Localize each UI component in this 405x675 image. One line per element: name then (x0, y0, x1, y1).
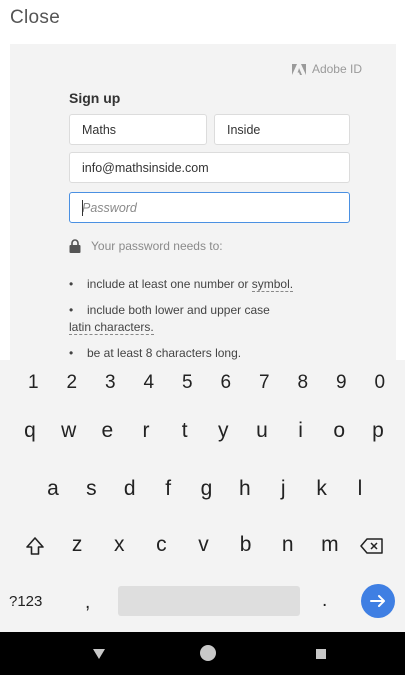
last-name-field[interactable] (214, 114, 350, 145)
key-5[interactable]: 5 (168, 372, 207, 394)
symbols-key[interactable]: ?123 (9, 593, 42, 610)
page-title: Sign up (69, 90, 121, 106)
arrow-right-icon (370, 595, 385, 607)
latin-characters-link[interactable]: latin characters. (69, 320, 154, 335)
requirements-heading-text: Your password needs to: (91, 239, 223, 253)
email-field[interactable] (69, 152, 350, 183)
bullet: • (69, 303, 74, 317)
password-input[interactable] (70, 193, 349, 222)
key-f[interactable]: f (149, 477, 187, 501)
recents-square-icon[interactable] (316, 649, 326, 659)
keyboard-number-row: 1 2 3 4 5 6 7 8 9 0 (0, 372, 405, 394)
key-4[interactable]: 4 (130, 372, 169, 394)
requirement-text: include both lower and upper case (87, 303, 270, 317)
requirement-text: be at least 8 characters long. (87, 346, 242, 360)
last-name-input[interactable] (215, 115, 349, 144)
requirement-case: • include both lower and upper case latin… (69, 302, 329, 336)
key-u[interactable]: u (244, 419, 280, 443)
key-l[interactable]: l (341, 477, 379, 501)
key-1[interactable]: 1 (14, 372, 53, 394)
keyboard-row-qwerty: q w e r t y u i o p (0, 419, 405, 443)
close-button[interactable]: Close (10, 7, 60, 29)
home-circle-icon[interactable] (200, 645, 216, 661)
requirement-number-symbol: • include at least one number or symbol. (69, 276, 329, 293)
key-c[interactable]: c (142, 533, 180, 562)
password-requirements-heading: Your password needs to: (69, 239, 223, 253)
adobe-logo-icon (291, 63, 306, 75)
key-2[interactable]: 2 (53, 372, 92, 394)
back-triangle-icon[interactable] (93, 649, 105, 659)
key-y[interactable]: y (205, 419, 241, 443)
key-m[interactable]: m (311, 533, 349, 562)
bullet: • (69, 277, 74, 291)
requirement-length: • be at least 8 characters long. (69, 345, 329, 360)
key-0[interactable]: 0 (361, 372, 400, 394)
password-field[interactable] (69, 192, 350, 223)
signup-sheet: Adobe ID Sign up Your password needs to:… (10, 44, 396, 360)
text-caret (82, 200, 83, 216)
comma-key[interactable]: , (85, 592, 90, 614)
top-bar: Close (0, 0, 405, 44)
keyboard-row-asdf: a s d f g h j k l (0, 477, 405, 501)
bullet: • (69, 346, 74, 360)
key-d[interactable]: d (111, 477, 149, 501)
backspace-key[interactable] (353, 533, 391, 562)
key-n[interactable]: n (269, 533, 307, 562)
key-w[interactable]: w (51, 419, 87, 443)
adobe-id-label: Adobe ID (311, 62, 362, 76)
space-bar[interactable] (118, 586, 300, 616)
shift-icon (26, 537, 44, 555)
adobe-id-brand: Adobe ID (291, 62, 362, 76)
key-h[interactable]: h (226, 477, 264, 501)
key-8[interactable]: 8 (284, 372, 323, 394)
email-input[interactable] (70, 153, 349, 182)
key-s[interactable]: s (72, 477, 110, 501)
period-key[interactable]: . (322, 590, 327, 612)
key-q[interactable]: q (12, 419, 48, 443)
lock-icon (69, 239, 81, 253)
first-name-field[interactable] (69, 114, 207, 145)
shift-key[interactable] (16, 533, 54, 562)
key-i[interactable]: i (283, 419, 319, 443)
key-k[interactable]: k (303, 477, 341, 501)
key-g[interactable]: g (188, 477, 226, 501)
key-3[interactable]: 3 (91, 372, 130, 394)
key-b[interactable]: b (227, 533, 265, 562)
symbol-link[interactable]: symbol. (251, 277, 294, 292)
system-nav-bar (0, 632, 405, 675)
key-j[interactable]: j (264, 477, 302, 501)
key-e[interactable]: e (89, 419, 125, 443)
key-6[interactable]: 6 (207, 372, 246, 394)
key-9[interactable]: 9 (322, 372, 361, 394)
key-r[interactable]: r (128, 419, 164, 443)
key-a[interactable]: a (34, 477, 72, 501)
first-name-input[interactable] (70, 115, 206, 144)
key-x[interactable]: x (100, 533, 138, 562)
on-screen-keyboard: 1 2 3 4 5 6 7 8 9 0 q w e r t y u i o p … (0, 360, 405, 632)
enter-key[interactable] (361, 584, 395, 618)
keyboard-row-zxcv: z x c v b n m (0, 533, 405, 562)
requirement-text: include at least one number or (87, 277, 252, 291)
key-z[interactable]: z (58, 533, 96, 562)
key-p[interactable]: p (360, 419, 396, 443)
key-o[interactable]: o (321, 419, 357, 443)
keyboard-bottom-row: ?123 , . (0, 584, 405, 622)
backspace-icon (360, 538, 383, 554)
key-v[interactable]: v (185, 533, 223, 562)
key-7[interactable]: 7 (245, 372, 284, 394)
key-t[interactable]: t (167, 419, 203, 443)
